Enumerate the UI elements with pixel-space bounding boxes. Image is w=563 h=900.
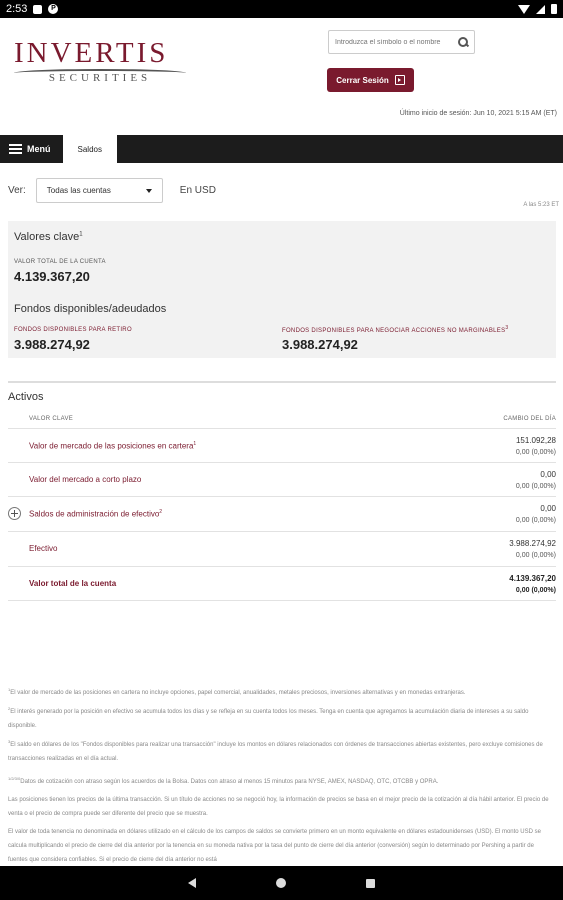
search-icon[interactable] xyxy=(458,37,468,47)
hamburger-icon xyxy=(9,144,22,154)
asset-label[interactable]: Valor de mercado de las posiciones en ca… xyxy=(29,441,196,451)
asset-label[interactable]: Valor del mercado a corto plazo xyxy=(29,475,141,484)
logout-button[interactable]: Cerrar Sesión xyxy=(327,68,414,92)
footnote: 1/2/3/0Datos de cotización con atraso se… xyxy=(8,776,439,785)
trade-value: 3.988.274,92 xyxy=(282,337,358,352)
asset-label[interactable]: Saldos de administración de efectivo2 xyxy=(29,509,162,519)
asset-label: Valor total de la cuenta xyxy=(29,579,117,588)
section-divider xyxy=(8,381,556,383)
col-header-key: VALOR CLAVE xyxy=(29,416,74,422)
app-header: INVERTIS SECURITIES Cerrar Sesión Último… xyxy=(0,18,563,135)
trade-label: FONDOS DISPONIBLES PARA NEGOCIAR ACCIONE… xyxy=(282,325,509,334)
wifi-icon xyxy=(518,4,530,14)
status-bar: 2:53 P xyxy=(0,0,563,18)
asset-value: 0,00 xyxy=(540,470,556,479)
asset-row-short-term: Valor del mercado a corto plazo 0,00 0,0… xyxy=(8,462,556,496)
notification-icon: P xyxy=(48,4,59,14)
table-end-divider xyxy=(8,600,556,601)
assets-title: Activos xyxy=(8,391,44,403)
key-values-panel: Valores clave1 VALOR TOTAL DE LA CUENTA … xyxy=(8,221,556,358)
back-icon[interactable] xyxy=(188,878,196,888)
menu-label: Menú xyxy=(27,144,51,154)
caret-down-icon xyxy=(145,189,152,193)
logo-sub-text: SECURITIES xyxy=(48,72,152,84)
asset-change: 0,00 (0,00%) xyxy=(515,517,556,524)
recents-icon[interactable] xyxy=(366,878,375,888)
expand-plus-icon[interactable] xyxy=(8,507,21,520)
battery-icon xyxy=(551,4,557,14)
search-box xyxy=(328,30,475,54)
withdraw-label: FONDOS DISPONIBLES PARA RETIRO xyxy=(14,327,132,333)
last-login-text: Último inicio de sesión: Jun 10, 2021 5:… xyxy=(399,110,557,117)
signal-icon xyxy=(536,4,545,14)
menu-button[interactable]: Menú xyxy=(0,135,60,163)
total-account-label: VALOR TOTAL DE LA CUENTA xyxy=(14,259,106,265)
system-nav-bar xyxy=(0,866,563,900)
view-selector-row: Ver: Todas las cuentas En USD xyxy=(8,178,554,203)
asset-row-cash-management: Saldos de administración de efectivo2 0,… xyxy=(8,496,556,530)
total-account-value: 4.139.367,20 xyxy=(14,269,90,284)
sim-card-icon xyxy=(33,4,43,14)
footnote: 1El valor de mercado de las posiciones e… xyxy=(8,687,466,696)
asset-row-market-value: Valor de mercado de las posiciones en ca… xyxy=(8,428,556,462)
as-of-time: A las 5:23 ET xyxy=(523,202,559,208)
asset-row-cash: Efectivo 3.988.274,92 0,00 (0,00%) xyxy=(8,531,556,565)
sign-out-icon xyxy=(394,75,405,85)
asset-value: 4.139.367,20 xyxy=(509,574,556,583)
status-time: 2:53 xyxy=(6,3,28,15)
account-select-value: Todas las cuentas xyxy=(46,186,111,195)
search-input[interactable] xyxy=(335,38,453,46)
asset-value: 3.988.274,92 xyxy=(509,539,556,548)
logout-label: Cerrar Sesión xyxy=(336,75,389,85)
main-navbar: Menú Saldos xyxy=(0,135,563,163)
currency-label: En USD xyxy=(179,185,216,196)
asset-value: 151.092,28 xyxy=(515,436,556,445)
asset-label[interactable]: Efectivo xyxy=(29,544,57,553)
asset-change: 0,00 (0,00%) xyxy=(515,449,556,456)
footnote: El valor de toda tenencia no denominada … xyxy=(8,829,541,863)
view-label: Ver: xyxy=(8,185,26,196)
asset-change: 0,00 (0,00%) xyxy=(515,483,556,490)
asset-change: 0,00 (0,00%) xyxy=(515,587,556,594)
footnote: Las posiciones tienen los precios de la … xyxy=(8,797,549,817)
footnote: 3El saldo en dólares de los "Fondos disp… xyxy=(8,739,543,762)
asset-value: 0,00 xyxy=(540,504,556,513)
tab-saldos[interactable]: Saldos xyxy=(62,135,117,163)
footnotes: 1El valor de mercado de las posiciones e… xyxy=(8,683,554,869)
asset-change: 0,00 (0,00%) xyxy=(515,552,556,559)
logo-main-text: INVERTIS xyxy=(14,37,169,69)
asset-row-total: Valor total de la cuenta 4.139.367,20 0,… xyxy=(8,566,556,600)
invertis-logo[interactable]: INVERTIS SECURITIES xyxy=(14,38,194,84)
footnote: 2El interés generado por la posición en … xyxy=(8,706,529,729)
key-values-title: Valores clave1 xyxy=(14,231,83,243)
home-icon[interactable] xyxy=(276,878,286,888)
col-header-change: CAMBIO DEL DÍA xyxy=(503,416,556,422)
withdraw-value: 3.988.274,92 xyxy=(14,337,90,352)
funds-title: Fondos disponibles/adeudados xyxy=(14,303,167,315)
account-select[interactable]: Todas las cuentas xyxy=(35,178,163,203)
